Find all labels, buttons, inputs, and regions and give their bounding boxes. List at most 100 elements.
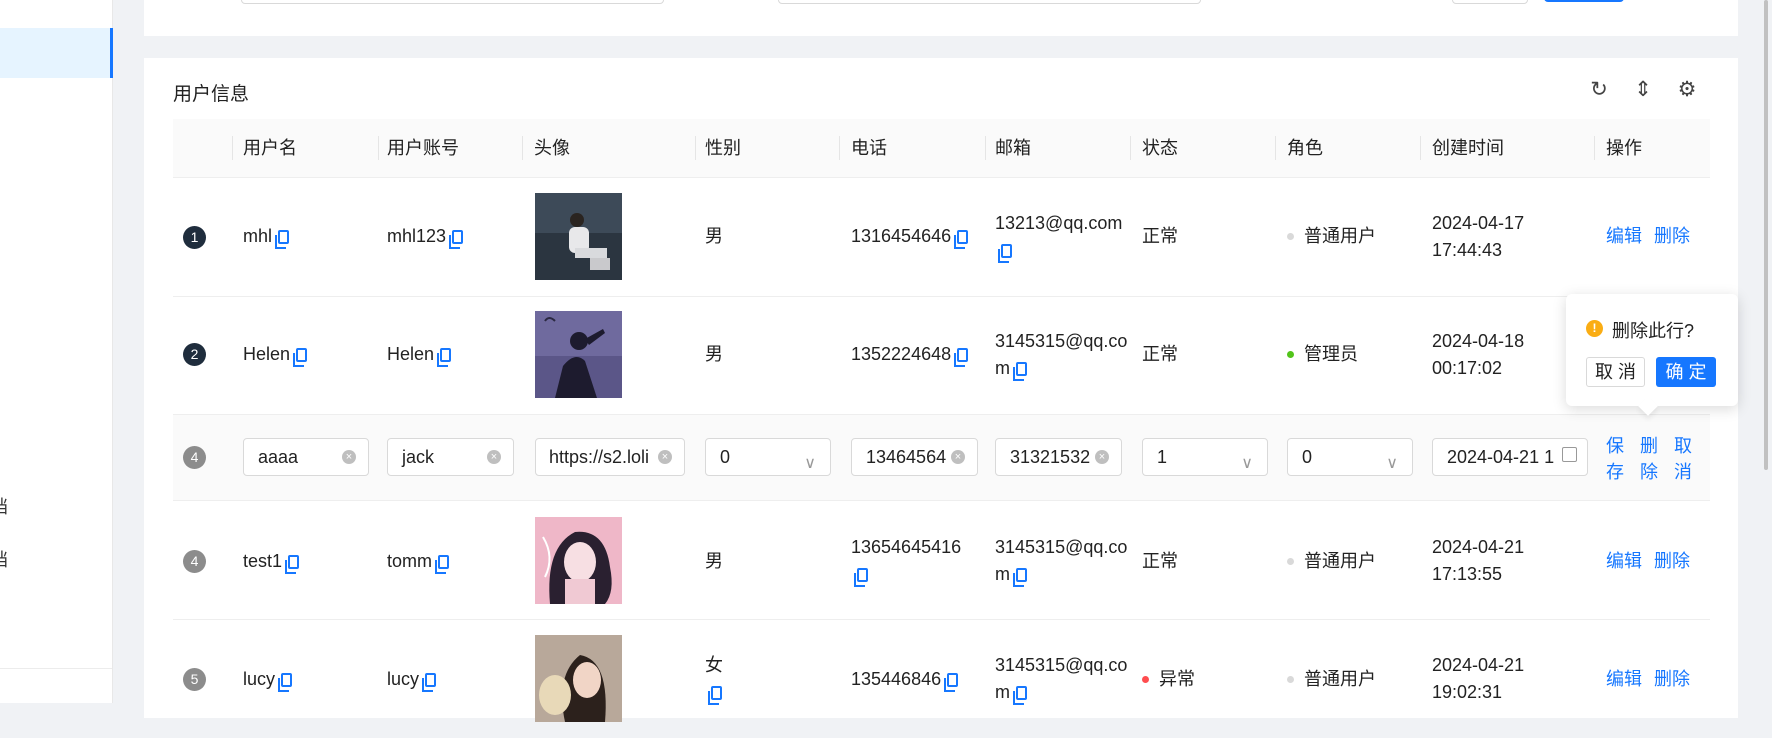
column-separator <box>1594 136 1595 160</box>
role-text: 普通用户 <box>1304 551 1376 571</box>
copy-icon[interactable] <box>998 244 1012 263</box>
account-input[interactable]: jack × <box>387 438 514 476</box>
avatar-image[interactable] <box>535 311 622 398</box>
sidebar-item-doc-2[interactable]: 挡 <box>0 546 8 572</box>
avatar-image[interactable] <box>535 635 622 722</box>
column-header-phone[interactable]: 电话 <box>851 119 887 177</box>
search-button[interactable] <box>1544 0 1624 2</box>
table-header: 用户名 用户账号 头像 性别 电话 邮箱 状态 角色 创建时间 操作 <box>173 119 1710 178</box>
delete-link[interactable]: 删除 <box>1654 666 1690 693</box>
sidebar-item-active[interactable] <box>0 28 113 78</box>
avatar-image[interactable] <box>535 517 622 604</box>
edit-link[interactable]: 编辑 <box>1606 223 1642 250</box>
role-cell: 普通用户 <box>1287 548 1376 575</box>
username-cell: mhl <box>243 223 290 250</box>
status-dot <box>1142 676 1149 683</box>
created-date-picker[interactable]: 2024-04-21 1 <box>1432 438 1588 476</box>
email-cell: 3145315@qq.co m <box>995 328 1127 382</box>
column-header-status[interactable]: 状态 <box>1142 119 1178 177</box>
delete-link[interactable]: 删除 <box>1654 548 1690 575</box>
table-toolbar: ↻ ⇕ ⚙ <box>1587 78 1699 102</box>
avatar-url-value: https://s2.loli <box>549 447 650 467</box>
column-header-username[interactable]: 用户名 <box>243 119 297 177</box>
copy-icon[interactable] <box>293 348 308 367</box>
role-text: 普通用户 <box>1304 669 1376 689</box>
phone-text: 1352224648 <box>851 344 952 364</box>
phone-input[interactable]: 13464564 × <box>851 438 978 476</box>
column-header-created[interactable]: 创建时间 <box>1432 119 1504 177</box>
phone-text: 1316454646 <box>851 226 952 246</box>
copy-icon[interactable] <box>954 230 969 249</box>
column-height-icon[interactable]: ⇕ <box>1631 78 1655 102</box>
column-separator <box>232 136 233 160</box>
reset-button[interactable] <box>1452 0 1528 4</box>
gender-select[interactable]: 0 ∨ <box>705 438 831 476</box>
created-cell: 2024-04-21 17:13:55 <box>1432 534 1524 588</box>
account-cell: lucy <box>387 666 437 693</box>
cancel-link-text: 取 <box>1674 436 1692 456</box>
copy-icon[interactable] <box>275 230 290 249</box>
copy-icon[interactable] <box>422 673 437 692</box>
search-input-2[interactable] <box>778 0 1201 4</box>
column-header-gender[interactable]: 性别 <box>705 119 741 177</box>
clear-icon[interactable]: × <box>487 450 501 464</box>
column-separator <box>522 136 523 160</box>
created-time: 17:44:43 <box>1432 240 1503 260</box>
role-select[interactable]: 0 ∨ <box>1287 438 1413 476</box>
edit-link[interactable]: 编辑 <box>1606 666 1642 693</box>
email-text: 3145315@qq.co <box>995 537 1128 557</box>
status-select[interactable]: 1 ∨ <box>1142 438 1268 476</box>
column-header-avatar[interactable]: 头像 <box>534 119 570 177</box>
refresh-icon[interactable]: ↻ <box>1587 78 1611 102</box>
gender-select-value: 0 <box>720 447 731 467</box>
username-input[interactable]: aaaa × <box>243 438 369 476</box>
delete-link[interactable]: 删除 <box>1654 223 1690 250</box>
copy-icon[interactable] <box>854 568 868 587</box>
save-link-text: 存 <box>1606 462 1624 482</box>
clear-icon[interactable]: × <box>658 450 672 464</box>
username-text: Helen <box>243 344 291 364</box>
delete-link[interactable]: 删除 <box>1640 433 1658 485</box>
column-separator <box>1275 136 1276 160</box>
edit-link[interactable]: 编辑 <box>1606 548 1642 575</box>
clear-icon[interactable]: × <box>951 450 965 464</box>
status-cell: 正常 <box>1142 344 1178 364</box>
search-input-1[interactable] <box>241 0 664 4</box>
column-header-account[interactable]: 用户账号 <box>387 119 459 177</box>
copy-icon[interactable] <box>708 686 722 705</box>
cancel-link[interactable]: 取消 <box>1674 433 1692 485</box>
column-header-email[interactable]: 邮箱 <box>995 119 1031 177</box>
sidebar-item-doc-1[interactable]: 挡 <box>0 493 8 519</box>
copy-icon[interactable] <box>278 673 293 692</box>
clear-icon[interactable]: × <box>1095 450 1109 464</box>
email-input[interactable]: 31321532 × <box>995 438 1122 476</box>
avatar-url-input[interactable]: https://s2.loli × <box>535 438 685 476</box>
copy-icon[interactable] <box>437 348 452 367</box>
email-text-wrap: m <box>995 682 1010 702</box>
email-cell: 13213@qq.com <box>995 210 1122 264</box>
role-cell: 普通用户 <box>1287 223 1376 250</box>
table-row-editing: 4 aaaa × jack × https://s2.loli × 0 ∨ 134645… <box>173 415 1710 501</box>
save-link[interactable]: 保存 <box>1606 433 1624 485</box>
copy-icon[interactable] <box>944 673 959 692</box>
sidebar-divider <box>0 668 112 669</box>
popconfirm-cancel-button[interactable]: 取 消 <box>1586 357 1645 387</box>
scrollbar[interactable] <box>1764 0 1768 470</box>
copy-icon[interactable] <box>1013 686 1027 705</box>
avatar-image[interactable] <box>535 193 622 280</box>
copy-icon[interactable] <box>1013 362 1027 381</box>
phone-cell: 1352224648 <box>851 341 969 368</box>
status-dot <box>1287 558 1294 565</box>
gear-icon[interactable]: ⚙ <box>1675 78 1699 102</box>
column-header-role[interactable]: 角色 <box>1287 119 1323 177</box>
clear-icon[interactable]: × <box>342 450 356 464</box>
email-input-value: 31321532 <box>1010 447 1091 467</box>
account-text: mhl123 <box>387 226 447 246</box>
copy-icon[interactable] <box>449 230 464 249</box>
copy-icon[interactable] <box>435 555 449 574</box>
popconfirm-ok-button[interactable]: 确 定 <box>1656 357 1716 387</box>
copy-icon[interactable] <box>954 348 969 367</box>
copy-icon[interactable] <box>285 555 300 574</box>
copy-icon[interactable] <box>1013 568 1027 587</box>
account-cell: Helen <box>387 341 452 368</box>
